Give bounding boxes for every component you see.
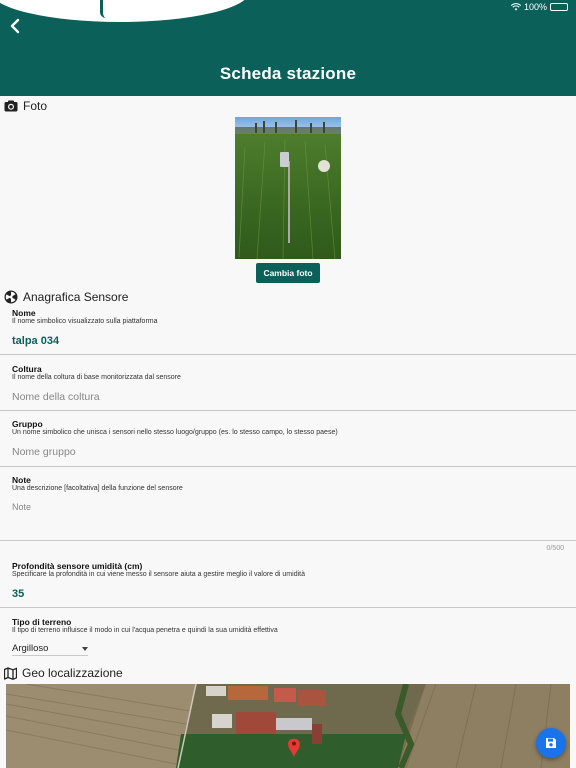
page-title: Scheda stazione (219, 64, 357, 83)
battery-icon (550, 3, 568, 11)
geo-section-title: Geo localizzazione (22, 666, 123, 680)
field-profondita: Profondità sensore umidità (cm) Specific… (0, 560, 576, 608)
field-gruppo-input[interactable]: Nome gruppo (12, 446, 76, 458)
header-curve-mark (100, 0, 106, 18)
field-tipo-terreno: Tipo di terreno Il tipo di terreno influ… (0, 616, 576, 640)
field-profondita-input[interactable]: 35 (12, 588, 24, 600)
camera-icon (4, 100, 18, 112)
field-nome-description: Il nome simbolico visualizzato sulla pia… (12, 318, 158, 325)
field-nome: Nome Il nome simbolico visualizzato sull… (0, 307, 576, 355)
field-coltura-input[interactable]: Nome della coltura (12, 391, 100, 403)
satellite-map[interactable] (6, 684, 570, 768)
sensor-section-title: Anagrafica Sensore (23, 290, 129, 304)
radiation-icon (4, 290, 18, 304)
battery-percent: 100% (523, 2, 547, 12)
field-profondita-description: Specificare la profondità in cui viene m… (12, 571, 305, 578)
soil-type-selected-value: Argilloso (12, 643, 49, 654)
geo-section-header: Geo localizzazione (4, 666, 123, 680)
sensor-section-header: Anagrafica Sensore (4, 290, 128, 304)
field-coltura: Coltura Il nome della coltura di base mo… (0, 363, 576, 411)
field-gruppo: Gruppo Un nome simbolico che unisca i se… (0, 418, 576, 467)
field-divider (0, 607, 576, 608)
field-coltura-description: Il nome della coltura di base monitorizz… (12, 374, 181, 381)
status-bar-right: 100% (510, 2, 568, 12)
field-note-description: Una descrizione [facoltativa] della funz… (12, 485, 183, 492)
note-char-counter: 0/500 (546, 545, 564, 552)
field-divider (0, 540, 576, 541)
field-note-textarea[interactable]: Note (12, 502, 31, 512)
back-button[interactable] (8, 16, 28, 38)
floppy-disk-icon (546, 738, 556, 748)
wifi-icon (510, 3, 521, 11)
chevron-left-icon (10, 18, 20, 34)
field-nome-input[interactable]: talpa 034 (12, 335, 59, 347)
photo-section-header: Foto (4, 99, 47, 113)
field-divider (0, 466, 576, 467)
field-profondita-label: Profondità sensore umidità (cm) (12, 561, 143, 571)
caret-down-icon (82, 646, 88, 651)
station-photo (235, 117, 341, 259)
field-divider (0, 354, 576, 355)
soil-type-select[interactable]: Argilloso (12, 642, 88, 656)
photo-section-title: Foto (23, 99, 48, 113)
field-tipo-terreno-label: Tipo di terreno (12, 617, 72, 627)
field-note: Note Una descrizione [facoltativa] della… (0, 474, 576, 542)
field-gruppo-description: Un nome simbolico che unisca i sensori n… (12, 429, 338, 436)
change-photo-button[interactable]: Cambia foto (256, 263, 320, 283)
app-header: 100% Scheda stazione (0, 0, 576, 96)
header-curve-decoration (0, 0, 250, 22)
field-note-label: Note (12, 475, 31, 485)
field-tipo-terreno-description: Il tipo di terreno influisce il modo in … (12, 627, 278, 634)
field-gruppo-label: Gruppo (12, 419, 43, 429)
field-nome-label: Nome (12, 308, 36, 318)
save-button[interactable] (536, 728, 566, 758)
field-divider (0, 410, 576, 411)
field-coltura-label: Coltura (12, 364, 42, 374)
map-icon (4, 666, 17, 680)
